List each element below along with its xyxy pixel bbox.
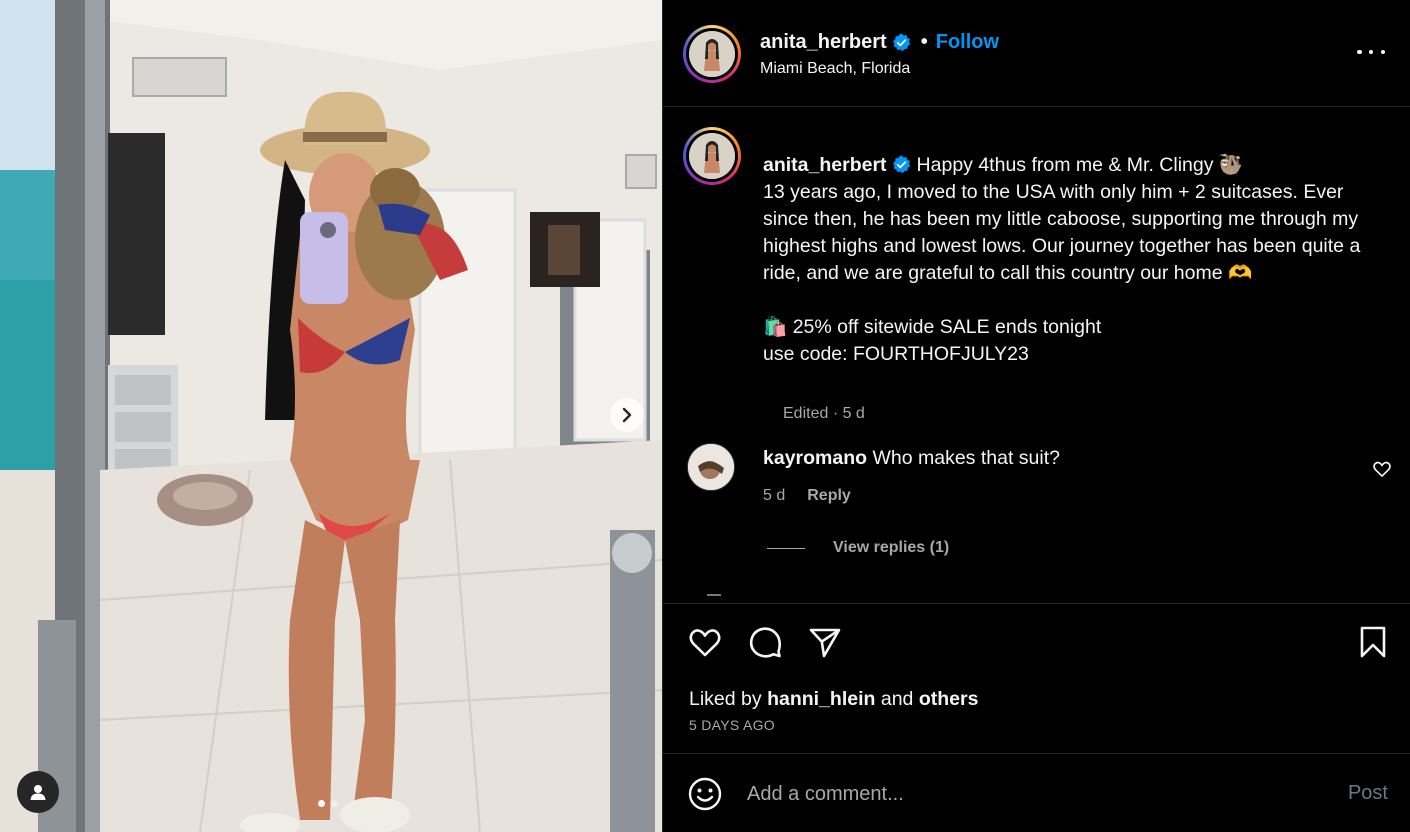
carousel-dot	[331, 800, 338, 807]
post-photo	[0, 0, 662, 832]
commenter-avatar[interactable]	[687, 443, 735, 491]
chevron-right-icon	[622, 407, 632, 423]
comment-bubble-icon[interactable]	[747, 624, 783, 660]
author-avatar-image	[689, 31, 735, 77]
liked-by-others[interactable]: others	[919, 688, 979, 710]
more-options-button[interactable]	[1357, 42, 1385, 62]
post-date[interactable]: 5 DAYS AGO	[689, 717, 775, 733]
post-details-panel: anita_herbert • Follow Miami Beach, Flor…	[662, 0, 1410, 832]
verified-badge-icon	[892, 33, 911, 52]
follow-button[interactable]: Follow	[936, 31, 999, 54]
comment-composer: Post	[663, 753, 1410, 832]
caption-avatar-image	[689, 133, 735, 179]
post-actions: Liked by hanni_hlein and others 5 DAYS A…	[663, 603, 1410, 753]
liked-by: Liked by hanni_hlein and others	[689, 688, 978, 711]
caption-text: anita_herbert Happy 4thus from me & Mr. C…	[763, 152, 1373, 368]
caption-body: Happy 4thus from me & Mr. Clingy 🦥 13 ye…	[763, 154, 1361, 365]
replies-divider	[767, 547, 805, 549]
liked-by-joiner: and	[880, 688, 914, 710]
heart-icon[interactable]	[687, 624, 723, 660]
post-comment-button[interactable]: Post	[1348, 782, 1388, 805]
view-replies-button[interactable]: View replies (1)	[767, 539, 949, 557]
reply-button[interactable]: Reply	[807, 487, 851, 505]
view-replies-label: View replies (1)	[833, 539, 950, 556]
commenter-avatar-image	[688, 444, 734, 490]
comment-body: Who makes that suit?	[872, 447, 1060, 469]
post-media[interactable]	[0, 0, 662, 832]
paper-plane-icon[interactable]	[807, 624, 843, 660]
author-username[interactable]: anita_herbert	[760, 31, 887, 54]
caption-avatar[interactable]	[683, 127, 741, 185]
more-options-icon	[1357, 49, 1362, 55]
carousel-dot-active	[318, 800, 325, 807]
next-comment-peek	[707, 594, 721, 596]
user-tags-button[interactable]	[17, 771, 59, 813]
verified-badge-icon	[892, 155, 910, 174]
header-separator: •	[920, 31, 928, 53]
emoji-smile-icon[interactable]	[687, 776, 723, 812]
user-tag-icon	[30, 785, 46, 800]
caption-meta: Edited · 5 d	[783, 405, 865, 422]
author-avatar[interactable]	[683, 25, 741, 83]
bookmark-icon[interactable]	[1355, 624, 1391, 660]
comment-meta: 5 d Reply	[763, 487, 851, 505]
comment-input[interactable]	[747, 776, 1307, 812]
comments-section[interactable]: anita_herbert Happy 4thus from me & Mr. C…	[663, 107, 1410, 603]
comment-heart-icon[interactable]	[1372, 459, 1392, 479]
caption-username[interactable]: anita_herbert	[763, 154, 887, 176]
comment-username[interactable]: kayromano	[763, 447, 867, 469]
post-header: anita_herbert • Follow Miami Beach, Flor…	[663, 0, 1410, 107]
post-location[interactable]: Miami Beach, Florida	[760, 60, 910, 78]
author-row: anita_herbert • Follow	[760, 31, 999, 54]
liked-by-prefix: Liked by	[689, 688, 762, 710]
liked-by-user[interactable]: hanni_hlein	[767, 688, 875, 710]
comment-age: 5 d	[763, 487, 786, 504]
comment-text: kayromano Who makes that suit?	[763, 447, 1060, 470]
carousel-next-button[interactable]	[610, 398, 644, 432]
carousel-indicator	[318, 800, 338, 807]
